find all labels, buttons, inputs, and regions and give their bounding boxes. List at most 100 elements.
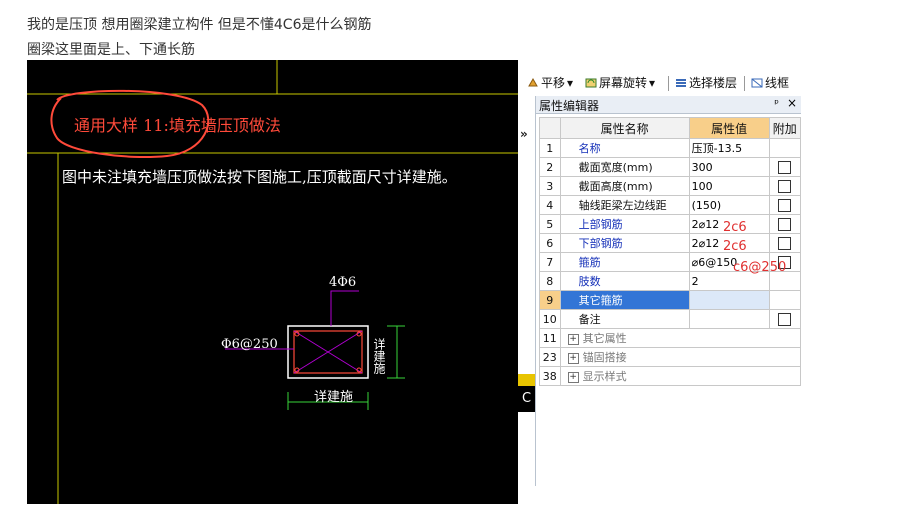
append-checkbox[interactable]: [778, 217, 792, 231]
rotate-icon: [585, 78, 597, 87]
property-value[interactable]: [688, 309, 770, 329]
leader-top: [330, 290, 359, 326]
property-name-cell[interactable]: 肢数: [559, 271, 690, 291]
pan-icon: [528, 77, 538, 86]
table-row[interactable]: 6 下部钢筋 2⌀12: [539, 233, 802, 253]
property-name-cell[interactable]: 备注: [559, 309, 690, 329]
property-name: 肢数: [578, 275, 601, 288]
extra-cell: [768, 195, 802, 215]
table-row[interactable]: 1 名称 压顶-13.5: [539, 138, 802, 158]
header-no: [539, 117, 561, 139]
property-name: 箍筋: [578, 256, 601, 269]
cad-note: 图中未注填充墙压顶做法按下图施工,压顶截面尺寸详建施。: [62, 168, 457, 186]
chevron-down-icon: ▾: [567, 75, 574, 90]
table-row[interactable]: 4 轴线距梁左边线距 (150): [539, 195, 802, 215]
rotate-button[interactable]: 屏幕旋转 ▾: [585, 74, 655, 91]
row-number: 2: [539, 157, 561, 177]
row-number: 10: [539, 309, 561, 329]
wireframe-button[interactable]: 线框: [751, 74, 789, 91]
row-number: 11: [539, 328, 561, 348]
property-name-cell[interactable]: 箍筋: [559, 252, 690, 272]
property-name-cell[interactable]: 上部钢筋: [559, 214, 690, 234]
select-floor-button[interactable]: 选择楼层: [675, 74, 737, 91]
pan-label: 平移: [541, 76, 566, 90]
question-line-1: 我的是压顶 想用圈梁建立构件 但是不懂4C6是什么钢筋: [27, 17, 372, 33]
table-row[interactable]: 11 + 其它属性: [539, 328, 802, 348]
extra-cell: [768, 233, 802, 253]
handwritten-note-stirrup: c6@250: [733, 260, 787, 275]
rotate-label: 屏幕旋转: [599, 76, 648, 90]
property-name: 其它箍筋: [578, 294, 623, 307]
append-checkbox[interactable]: [778, 179, 792, 193]
question-line-2: 圈梁这里面是上、下通长筋: [27, 42, 195, 58]
cad-drawing: 通用大样 11:填充墙压顶做法 图中未注填充墙压顶做法按下图施工,压顶截面尺寸详…: [27, 60, 518, 504]
expand-panel-button[interactable]: »: [520, 127, 528, 141]
handwritten-note-bottom: 2c6: [723, 239, 747, 254]
toolbar-separator: [744, 76, 745, 91]
property-value[interactable]: (150): [688, 195, 770, 215]
table-row[interactable]: 23 + 锚固搭接: [539, 347, 802, 367]
group-label: 锚固搭接: [582, 351, 627, 364]
group-row[interactable]: + 锚固搭接: [559, 347, 802, 367]
extra-cell: [768, 157, 802, 177]
property-name-cell[interactable]: 其它箍筋: [559, 290, 690, 310]
property-name-cell[interactable]: 名称: [559, 138, 690, 158]
append-checkbox[interactable]: [778, 312, 792, 326]
table-row[interactable]: 5 上部钢筋 2⌀12: [539, 214, 802, 234]
wireframe-label: 线框: [765, 76, 790, 90]
property-table: 属性名称 属性值 附加 1 名称 压顶-13.5 2 截面宽度(mm) 300 3 截面高度(…: [539, 117, 802, 386]
property-name-cell[interactable]: 下部钢筋: [559, 233, 690, 253]
handwritten-note-top: 2c6: [723, 220, 747, 235]
row-number: 6: [539, 233, 561, 253]
pin-icon[interactable]: ᵖ: [774, 97, 779, 110]
cad-title: 通用大样 11:填充墙压顶做法: [74, 116, 281, 135]
header-value: 属性值: [688, 117, 770, 139]
row-number: 1: [539, 138, 561, 158]
header-extra: 附加: [768, 117, 802, 139]
property-value[interactable]: [688, 290, 770, 310]
property-value[interactable]: 压顶-13.5: [688, 138, 770, 158]
extra-cell: [768, 309, 802, 329]
expand-plus-icon[interactable]: +: [567, 371, 579, 383]
viewport-strip-letter: C: [518, 386, 535, 412]
table-row[interactable]: 3 截面高度(mm) 100: [539, 176, 802, 196]
header-name: 属性名称: [559, 117, 690, 139]
property-name: 备注: [578, 313, 601, 326]
group-row[interactable]: + 其它属性: [559, 328, 802, 348]
property-name-cell[interactable]: 轴线距梁左边线距: [559, 195, 690, 215]
extra-cell: [768, 290, 802, 310]
property-editor-header: 属性编辑器 ᵖ ×: [536, 96, 801, 114]
expand-plus-icon[interactable]: +: [567, 352, 579, 364]
property-value[interactable]: 300: [688, 157, 770, 177]
table-row[interactable]: 38 + 显示样式: [539, 366, 802, 386]
wireframe-icon: [751, 78, 763, 87]
height-label: 详建施: [372, 338, 386, 374]
append-checkbox[interactable]: [778, 236, 792, 250]
property-name: 截面高度(mm): [578, 180, 653, 193]
chevron-down-icon: ▾: [649, 75, 656, 90]
property-name-cell[interactable]: 截面高度(mm): [559, 176, 690, 196]
extra-cell: [768, 138, 802, 158]
property-name-cell[interactable]: 截面宽度(mm): [559, 157, 690, 177]
row-number: 7: [539, 252, 561, 272]
row-number: 38: [539, 366, 561, 386]
panel-title: 属性编辑器: [539, 99, 600, 113]
toolbar-separator: [668, 76, 669, 91]
property-value[interactable]: 100: [688, 176, 770, 196]
group-label: 显示样式: [582, 370, 627, 383]
table-row[interactable]: 9 其它箍筋: [539, 290, 802, 310]
property-name: 截面宽度(mm): [578, 161, 653, 174]
floor-icon: [676, 78, 686, 87]
table-row[interactable]: 10 备注: [539, 309, 802, 329]
close-icon[interactable]: ×: [787, 96, 797, 110]
append-checkbox[interactable]: [778, 160, 792, 174]
pan-button[interactable]: 平移 ▾: [527, 74, 573, 91]
group-row[interactable]: + 显示样式: [559, 366, 802, 386]
extra-cell: [768, 176, 802, 196]
table-row[interactable]: 2 截面宽度(mm) 300: [539, 157, 802, 177]
append-checkbox[interactable]: [778, 198, 792, 212]
row-number: 9: [539, 290, 561, 310]
property-name: 名称: [578, 142, 601, 155]
property-editor: 属性编辑器 ᵖ × 属性名称 属性值 附加 1 名称 压顶-13.5 2 截面宽度(mm…: [535, 96, 802, 486]
expand-plus-icon[interactable]: +: [567, 333, 579, 345]
